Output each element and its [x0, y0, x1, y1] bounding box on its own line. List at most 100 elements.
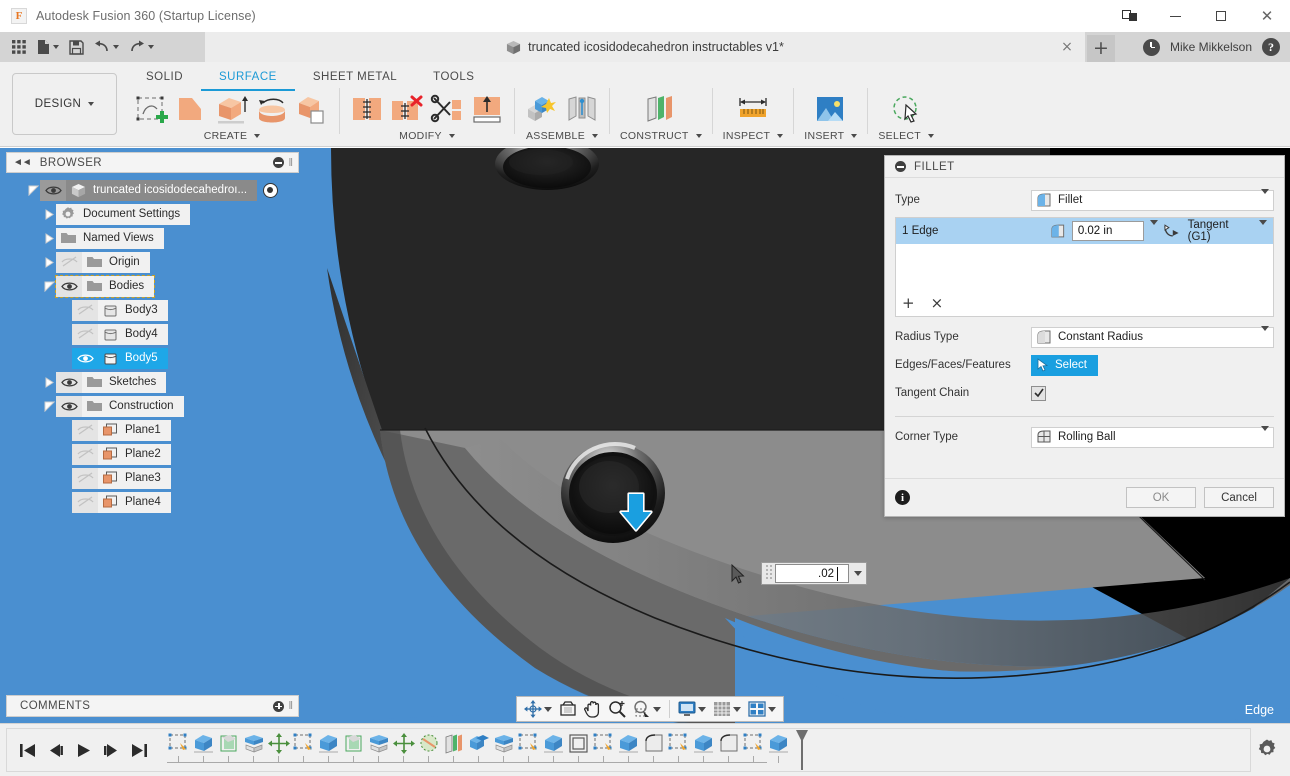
expander-collapsed-icon[interactable]: [42, 207, 56, 221]
select-button[interactable]: Select: [1031, 355, 1098, 376]
close-button[interactable]: ✕: [1244, 0, 1290, 32]
radius-type-combobox[interactable]: Constant Radius: [1031, 327, 1274, 348]
radius-value-input[interactable]: 0.02 in: [1072, 221, 1144, 241]
offset-icon[interactable]: [295, 94, 329, 128]
timeline-feature[interactable]: [242, 728, 267, 772]
visibility-eye-icon[interactable]: [72, 348, 98, 369]
revolve-icon[interactable]: [255, 94, 289, 128]
settings-gear-icon[interactable]: [1256, 738, 1278, 760]
expander-expanded-icon[interactable]: [42, 399, 56, 413]
timeline-feature[interactable]: [592, 728, 617, 772]
stitch-icon[interactable]: [350, 94, 384, 128]
tree-node-plane3[interactable]: Plane3: [6, 466, 299, 490]
timeline-feature[interactable]: [467, 728, 492, 772]
tree-node-sketches[interactable]: Sketches: [6, 370, 299, 394]
fillet-dialog[interactable]: FILLET Type Fillet 1 Edge: [884, 155, 1285, 517]
tree-node-body4[interactable]: Body4: [6, 322, 299, 346]
minimize-panel-icon[interactable]: [273, 157, 284, 168]
create-sketch-icon[interactable]: [135, 94, 169, 128]
timeline-feature[interactable]: [717, 728, 742, 772]
screens-button[interactable]: [1106, 0, 1152, 32]
timeline-feature[interactable]: [692, 728, 717, 772]
expander-collapsed-icon[interactable]: [42, 255, 56, 269]
chevron-down-icon[interactable]: [1261, 431, 1269, 443]
insert-image-icon[interactable]: [814, 94, 848, 128]
tree-node-body[interactable]: Construction: [56, 396, 184, 417]
chevron-down-icon[interactable]: [1261, 331, 1269, 343]
tree-node-document-settings[interactable]: Document Settings: [6, 202, 299, 226]
minimize-button[interactable]: [1152, 0, 1198, 32]
continuity-dropdown-button[interactable]: [1259, 225, 1267, 237]
tree-node-body[interactable]: Plane2: [72, 444, 171, 465]
tree-node-body[interactable]: Document Settings: [56, 204, 190, 225]
select-icon[interactable]: [889, 94, 923, 128]
visibility-eye-off-icon[interactable]: [72, 468, 98, 489]
new-file-icon[interactable]: [33, 34, 63, 60]
timeline-feature[interactable]: [442, 728, 467, 772]
timeline-feature[interactable]: [742, 728, 767, 772]
timeline-feature[interactable]: [567, 728, 592, 772]
expander-expanded-icon[interactable]: [26, 183, 40, 197]
ok-button[interactable]: OK: [1126, 487, 1196, 508]
document-tab[interactable]: truncated icosidodecahedron instructable…: [205, 32, 1085, 62]
orbit-button[interactable]: [521, 698, 555, 720]
timeline-feature[interactable]: [317, 728, 342, 772]
timeline-feature[interactable]: [217, 728, 242, 772]
inline-value-editor[interactable]: .02: [761, 562, 867, 585]
save-icon[interactable]: [65, 34, 88, 60]
type-combobox[interactable]: Fillet: [1031, 190, 1274, 211]
chevron-down-icon[interactable]: [777, 134, 783, 138]
tree-node-plane1[interactable]: Plane1: [6, 418, 299, 442]
value-input[interactable]: .02: [775, 564, 849, 583]
grid-snap-button[interactable]: [710, 698, 744, 720]
tree-node-body[interactable]: truncated icosidodecahedroı...: [40, 180, 257, 201]
tree-node-body[interactable]: Named Views: [56, 228, 164, 249]
tree-node-root[interactable]: truncated icosidodecahedroı...: [6, 178, 299, 202]
add-comment-icon[interactable]: [273, 701, 284, 712]
new-component-icon[interactable]: [525, 94, 559, 128]
drag-grip-icon[interactable]: [764, 564, 774, 583]
apps-grid-icon[interactable]: [8, 34, 31, 60]
chevron-down-icon[interactable]: [254, 134, 260, 138]
measure-icon[interactable]: [736, 94, 770, 128]
extend-icon[interactable]: [470, 94, 504, 128]
timeline-end-marker[interactable]: [792, 728, 817, 772]
corner-type-combobox[interactable]: Rolling Ball: [1031, 427, 1274, 448]
tree-node-body[interactable]: Plane1: [72, 420, 171, 441]
remove-selection-button[interactable]: ×: [931, 294, 944, 312]
timeline-feature[interactable]: [667, 728, 692, 772]
timeline-feature[interactable]: [167, 728, 192, 772]
timeline-feature[interactable]: [267, 728, 292, 772]
play-button[interactable]: [71, 737, 95, 763]
timeline-feature[interactable]: [642, 728, 667, 772]
step-forward-button[interactable]: [99, 737, 123, 763]
step-back-button[interactable]: [43, 737, 67, 763]
timeline-feature[interactable]: [192, 728, 217, 772]
maximize-button[interactable]: [1198, 0, 1244, 32]
chevron-down-icon[interactable]: [449, 134, 455, 138]
collapse-icon[interactable]: ◄◄: [13, 157, 31, 168]
visibility-eye-off-icon[interactable]: [72, 444, 98, 465]
visibility-eye-off-icon[interactable]: [72, 324, 98, 345]
go-to-beginning-button[interactable]: [15, 737, 39, 763]
tree-node-body5[interactable]: Body5: [6, 346, 299, 370]
expander-expanded-icon[interactable]: [42, 279, 56, 293]
zoom-window-button[interactable]: [630, 698, 664, 720]
visibility-eye-off-icon[interactable]: [72, 300, 98, 321]
extrude-icon[interactable]: [215, 94, 249, 128]
go-to-end-button[interactable]: [127, 737, 151, 763]
redo-icon[interactable]: [125, 34, 158, 60]
trim-icon[interactable]: [430, 94, 464, 128]
joint-icon[interactable]: [565, 94, 599, 128]
visibility-eye-off-icon[interactable]: [72, 492, 98, 513]
viewports-button[interactable]: [745, 698, 779, 720]
tree-node-body[interactable]: Body3: [72, 300, 168, 321]
username-label[interactable]: Mike Mikkelson: [1170, 40, 1252, 54]
activate-component-radio[interactable]: [263, 183, 278, 198]
expander-collapsed-icon[interactable]: [42, 231, 56, 245]
workspace-switcher[interactable]: DESIGN: [12, 73, 117, 135]
add-selection-button[interactable]: +: [902, 294, 915, 312]
radius-dropdown-button[interactable]: [1150, 225, 1158, 237]
resize-grip-icon[interactable]: ‖: [288, 157, 293, 169]
tree-node-bodies[interactable]: Bodies: [6, 274, 299, 298]
